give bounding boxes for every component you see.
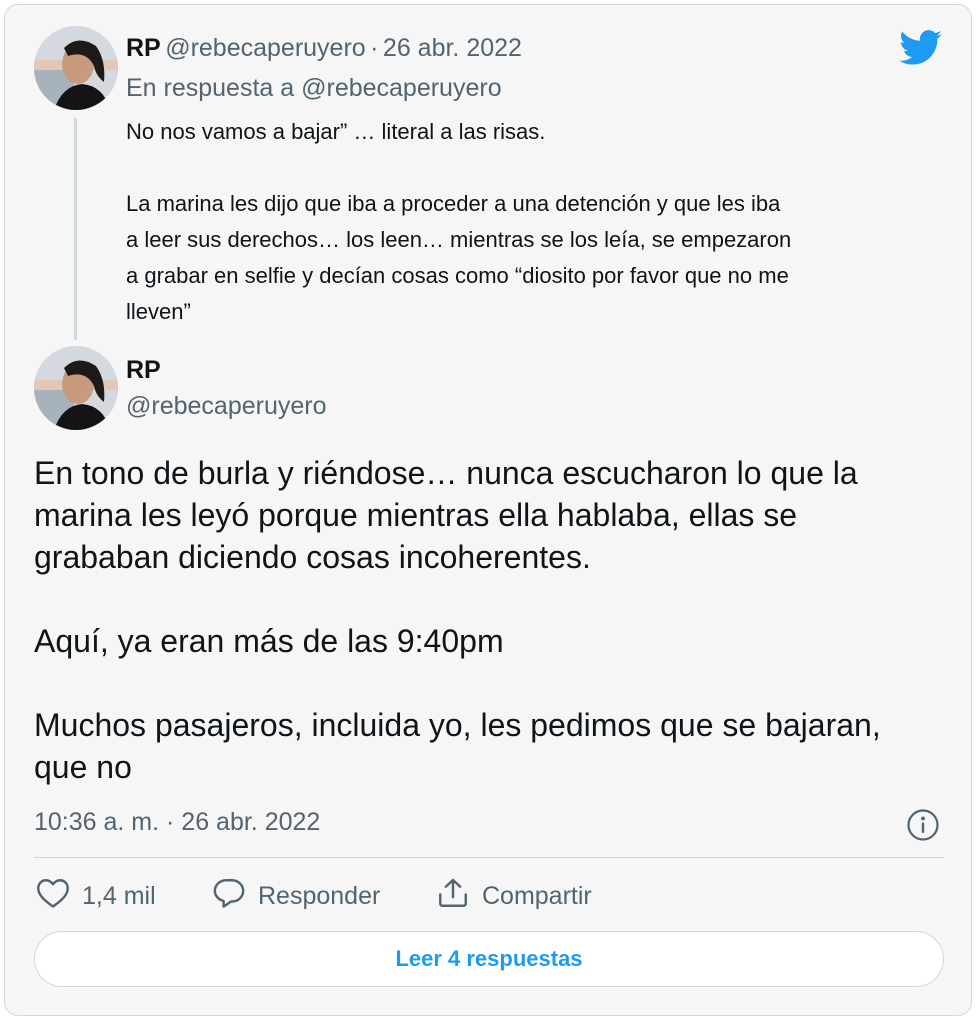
like-count: 1,4 mil [82, 881, 156, 910]
main-author-handle[interactable]: @rebecaperuyero [126, 392, 327, 421]
avatar-photo [34, 346, 118, 430]
read-replies-label: Leer 4 respuestas [395, 946, 583, 971]
divider [34, 857, 944, 858]
avatar[interactable] [34, 346, 118, 430]
main-author-name[interactable]: RP [126, 356, 161, 385]
header-separator: · [370, 34, 379, 62]
reply-tweet-header: RP @rebecaperuyero · 26 abr. 2022 [126, 34, 522, 63]
avatar[interactable] [34, 26, 118, 110]
share-label: Compartir [482, 881, 592, 910]
main-tweet-timestamp[interactable]: 10:36 a. m. · 26 abr. 2022 [34, 808, 320, 837]
thread-connector-line [74, 118, 77, 340]
avatar-photo [34, 26, 118, 110]
heart-icon [36, 877, 70, 916]
tweet-date[interactable]: 26 abr. 2022 [383, 34, 522, 62]
reply-label: Responder [258, 881, 381, 910]
share-button[interactable]: Compartir [436, 876, 592, 916]
like-button[interactable]: 1,4 mil [36, 876, 156, 916]
author-name[interactable]: RP [126, 34, 161, 62]
info-icon[interactable] [906, 808, 940, 847]
read-replies-button[interactable]: Leer 4 respuestas [34, 931, 944, 987]
author-handle[interactable]: @rebecaperuyero [165, 34, 366, 62]
in-reply-to-label[interactable]: En respuesta a @rebecaperuyero [126, 74, 502, 103]
reply-button[interactable]: Responder [212, 876, 380, 916]
twitter-bird-icon[interactable] [899, 30, 943, 71]
reply-tweet-text: No nos vamos a bajar” … literal a las ri… [126, 119, 792, 324]
main-tweet-text: En tono de burla y riéndose… nunca escuc… [34, 455, 881, 785]
reply-icon [212, 877, 246, 916]
share-icon [436, 876, 470, 917]
